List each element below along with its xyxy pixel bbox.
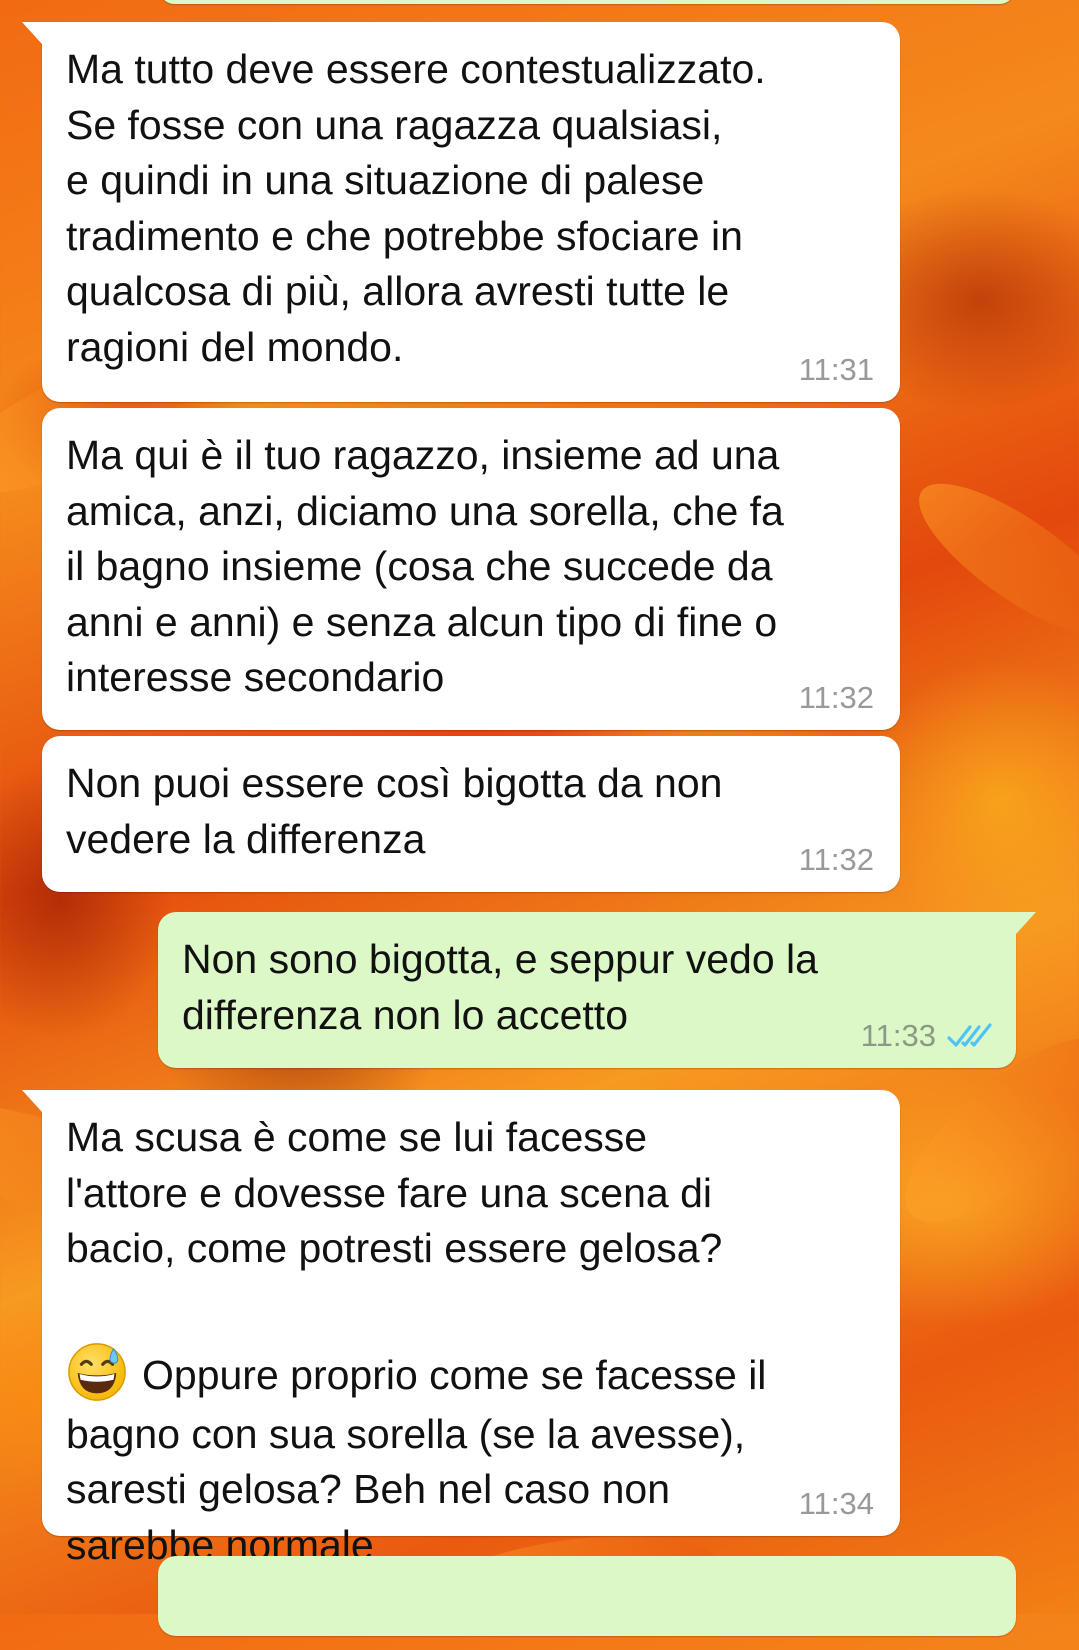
double-check-read-icon — [947, 1023, 992, 1047]
message-text: Ma qui è il tuo ragazzo, insieme ad una … — [66, 432, 784, 700]
previous-outgoing-bubble-edge — [158, 0, 1016, 4]
message-meta: 11:34 — [799, 1486, 874, 1522]
outgoing-message[interactable]: Non sono bigotta, e seppur vedo la diffe… — [158, 912, 1036, 1068]
message-timestamp: 11:32 — [798, 680, 874, 715]
message-meta: 11:32 — [799, 680, 874, 716]
message-timestamp: 11:31 — [798, 352, 874, 387]
message-text: Ma tutto deve essere contestualizzato. S… — [66, 46, 766, 370]
incoming-message[interactable]: Ma scusa è come se lui facesse l'attore … — [22, 1090, 900, 1568]
next-outgoing-bubble-edge — [158, 1556, 1016, 1636]
message-timestamp: 11:34 — [798, 1486, 874, 1521]
background-petal — [898, 458, 1079, 662]
incoming-message[interactable]: Ma qui è il tuo ragazzo, insieme ad una … — [42, 408, 900, 730]
incoming-message[interactable]: Ma tutto deve essere contestualizzato. S… — [22, 22, 900, 402]
message-timestamp: 11:33 — [860, 1018, 936, 1053]
message-meta: 11:31 — [799, 352, 874, 388]
message-text: Non puoi essere così bigotta da non vede… — [66, 760, 723, 862]
message-text-after-emoji: Oppure proprio come se facesse il — [142, 1351, 767, 1398]
incoming-message[interactable]: Non puoi essere così bigotta da non vede… — [42, 736, 900, 892]
message-meta: 11:33 — [861, 1018, 994, 1054]
message-text-end: bagno con sua sorella (se la avesse), sa… — [66, 1410, 746, 1568]
grinning-face-with-sweat-emoji — [68, 1342, 126, 1401]
message-text-line-with-emoji: Oppure proprio come se facesse il — [66, 1277, 876, 1407]
message-text: Ma scusa è come se lui facesse l'attore … — [66, 1114, 723, 1271]
message-meta: 11:32 — [799, 842, 874, 878]
message-timestamp: 11:32 — [798, 842, 874, 877]
